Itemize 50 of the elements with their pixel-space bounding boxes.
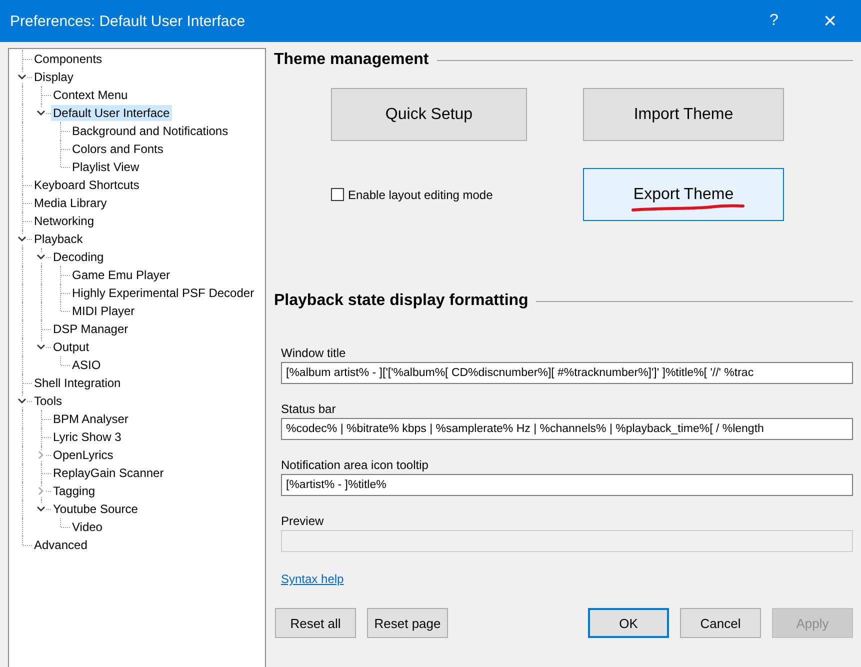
tree-item[interactable]: Highly Experimental PSF Decoder [70, 285, 256, 301]
tree-item[interactable]: Display [32, 69, 76, 85]
syntax-help-link[interactable]: Syntax help [281, 572, 344, 586]
text-field[interactable]: %codec% | %bitrate% kbps | %samplerate% Hz | %channels% | %playback_time%[ / %length [281, 418, 853, 440]
window-title: Preferences: Default User Interface [10, 12, 246, 30]
tree-item[interactable]: Media Library [32, 195, 109, 211]
tree-item[interactable]: MIDI Player [70, 303, 137, 319]
close-button[interactable]: × [807, 0, 853, 42]
tree-item[interactable]: Keyboard Shortcuts [32, 177, 142, 193]
section-heading: Theme management [274, 51, 429, 69]
tree-item[interactable]: Youtube Source [51, 501, 140, 517]
text-field[interactable]: [%artist% - ]%title% [281, 474, 853, 496]
tree-item[interactable]: Advanced [32, 537, 90, 553]
field-label: Notification area icon tooltip [281, 458, 430, 472]
tree-item[interactable]: Decoding [51, 249, 106, 265]
help-button[interactable]: ? [751, 0, 797, 42]
dialog-button[interactable]: OK [588, 608, 669, 638]
tree-item[interactable]: Playback [32, 231, 85, 247]
tree-item[interactable]: Context Menu [51, 87, 130, 103]
tree-item[interactable]: Colors and Fonts [70, 141, 166, 157]
tree-item[interactable]: Tagging [51, 483, 98, 499]
field-label: Status bar [281, 402, 337, 416]
export-theme-button[interactable]: Export Theme [583, 168, 784, 221]
tree-item[interactable]: BPM Analyser [51, 411, 130, 427]
tree-item[interactable]: Components [32, 51, 104, 67]
tree-item[interactable]: Lyric Show 3 [51, 429, 124, 445]
import-theme-button[interactable]: Import Theme [583, 88, 784, 141]
tree-item[interactable]: Playlist View [70, 159, 142, 175]
tree-item[interactable]: Background and Notifications [70, 123, 230, 139]
tree-item[interactable]: ReplayGain Scanner [51, 465, 166, 481]
field-label: Preview [281, 514, 325, 528]
text-field[interactable]: [%album artist% - ]['['%album%[ CD%discnumber%][ #%tracknumber%]']' ]%title%[ '//' %trac [281, 362, 853, 384]
tree-item[interactable]: Networking [32, 213, 96, 229]
dialog-button[interactable]: Reset page [367, 608, 448, 638]
dialog-button[interactable]: Reset all [275, 608, 356, 638]
section-heading: Playback state display formatting [274, 292, 528, 310]
dialog-button[interactable]: Cancel [680, 608, 761, 638]
checkbox-label: Enable layout editing mode [348, 188, 493, 202]
tree-item[interactable]: ASIO [70, 357, 103, 373]
field-label: Window title [281, 346, 347, 360]
tree-item[interactable]: Shell Integration [32, 375, 123, 391]
tree-item[interactable]: Tools [32, 393, 64, 409]
checkbox[interactable] [331, 188, 344, 201]
tree-item[interactable]: OpenLyrics [51, 447, 116, 463]
tree-item[interactable]: Output [51, 339, 92, 355]
quick-setup-button[interactable]: Quick Setup [331, 88, 527, 141]
tree-item[interactable]: DSP Manager [51, 321, 130, 337]
tree-item[interactable]: Default User Interface [51, 105, 172, 121]
tree-item[interactable]: Game Emu Player [70, 267, 172, 283]
tree-item[interactable]: Video [70, 519, 104, 535]
